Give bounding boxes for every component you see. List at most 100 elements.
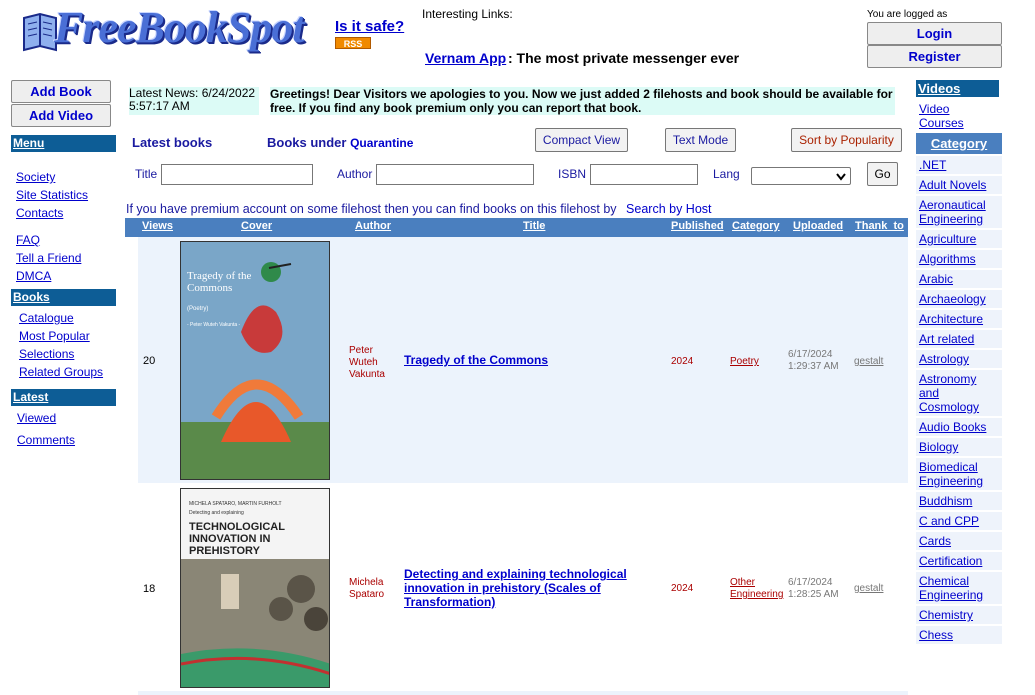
row-title-link[interactable]: Tragedy of the Commons [404,353,644,367]
category-item[interactable]: .NET [916,156,1002,174]
menu-item-dmca[interactable]: DMCA [16,269,51,283]
logged-in-label: You are logged as [867,9,948,20]
table-row: 18 MICHELA SPATARO, MARTIN FURHOLT Detec… [138,485,908,695]
quarantine-link[interactable]: Quarantine [350,136,413,150]
latest-heading[interactable]: Latest [11,389,116,406]
category-item[interactable]: Chemistry [916,606,1002,624]
col-thank-to[interactable]: Thank_to [855,220,904,232]
menu-heading[interactable]: Menu [11,135,116,152]
category-item[interactable]: Arabic [916,270,1002,288]
category-item[interactable]: Chemical Engineering [916,572,1002,604]
col-published[interactable]: Published [671,220,724,232]
video-courses-link[interactable]: Video Courses [919,102,979,130]
row-views: 20 [143,355,156,367]
category-item[interactable]: Astronomy and Cosmology [916,370,1002,416]
category-item[interactable]: Biomedical Engineering [916,458,1002,490]
compact-view-button[interactable]: Compact View [535,128,628,152]
row-uploaded: 6/17/2024 1:28:25 AM [788,577,839,600]
category-item-label: Art related [919,332,975,346]
cover-title: Tragedy of the Commons [187,270,252,294]
row-category-link[interactable]: Poetry [730,356,785,368]
login-button[interactable]: Login [867,22,1002,45]
menu-item-faq[interactable]: FAQ [16,233,40,247]
category-item-label: Architecture [919,312,984,326]
category-item[interactable]: Archaeology [916,290,1002,308]
category-item[interactable]: Chess [916,626,1002,644]
category-item[interactable]: Art related [916,330,1002,348]
category-item-label: Chemical Engineering [919,574,984,602]
category-item-label: Chess [919,628,954,642]
category-item-label: Audio Books [919,420,987,434]
menu-item-site-statistics[interactable]: Site Statistics [16,188,88,202]
text-mode-button[interactable]: Text Mode [665,128,736,152]
category-item[interactable]: Buddhism [916,492,1002,510]
category-item[interactable]: Agriculture [916,230,1002,248]
row-author-link[interactable]: Michela Spataro [349,577,394,601]
row-thank-to-link[interactable]: gestalt [854,356,883,367]
category-heading[interactable]: Category [916,133,1002,154]
col-views[interactable]: Views [142,220,173,232]
cover-kicker: Detecting and explaining [189,510,244,516]
lang-select[interactable] [751,167,851,185]
book-cover[interactable]: Tragedy of the Commons (Poetry) - Peter … [180,241,330,480]
category-item[interactable]: Aeronautical Engineering [916,196,1002,228]
is-it-safe-link[interactable]: Is it safe? [335,18,404,35]
category-item-label: Astronomy and Cosmology [919,372,980,414]
row-published: 2024 [671,356,694,367]
register-button[interactable]: Register [867,45,1002,68]
category-item[interactable]: Architecture [916,310,1002,328]
rss-badge[interactable]: RSS [335,37,371,49]
menu-item-tell-a-friend[interactable]: Tell a Friend [16,251,81,265]
row-category-link[interactable]: Other Engineering [730,577,785,601]
table-row: 20 Tragedy of the Commons (Poetry) - Pet… [138,237,908,483]
cover-author: - Peter Wuteh Vakunta - [187,322,241,328]
go-button[interactable]: Go [867,162,898,186]
search-by-host-link[interactable]: Search by Host [626,202,711,216]
category-item-label: Arabic [919,272,954,286]
category-item[interactable]: Audio Books [916,418,1002,436]
col-author[interactable]: Author [355,220,391,232]
category-item[interactable]: Biology [916,438,1002,456]
col-title[interactable]: Title [523,220,545,232]
add-video-button[interactable]: Add Video [11,104,111,127]
news-text: Greetings! Dear Visitors we apologies to… [270,87,895,115]
isbn-input[interactable] [590,164,698,185]
row-views: 18 [143,583,156,595]
lang-label: Lang [713,167,740,181]
videos-heading[interactable]: Videos [916,80,999,97]
title-input[interactable] [161,164,313,185]
category-item[interactable]: Certification [916,552,1002,570]
site-logo[interactable]: FreeBookSpot [20,3,325,58]
row-title-link[interactable]: Detecting and explaining technological i… [404,567,644,609]
author-input[interactable] [376,164,534,185]
category-item-label: Adult Novels [919,178,987,192]
row-thank-to-link[interactable]: gestalt [854,583,883,594]
menu-item-society[interactable]: Society [16,170,55,184]
col-category[interactable]: Category [732,220,780,232]
category-item[interactable]: Algorithms [916,250,1002,268]
books-item-selections[interactable]: Selections [19,347,74,361]
sort-by-popularity-button[interactable]: Sort by Popularity [791,128,902,152]
category-item-label: Certification [919,554,983,568]
latest-item-comments[interactable]: Comments [17,433,75,447]
col-uploaded[interactable]: Uploaded [793,220,843,232]
category-item[interactable]: Astrology [916,350,1002,368]
books-item-most-popular[interactable]: Most Popular [19,329,90,343]
category-item-label: Cards [919,534,952,548]
vernam-description: : The most private messenger ever [508,50,740,66]
category-item[interactable]: Cards [916,532,1002,550]
book-cover[interactable]: MICHELA SPATARO, MARTIN FURHOLT Detectin… [180,488,330,688]
category-item[interactable]: Adult Novels [916,176,1002,194]
add-book-button[interactable]: Add Book [11,80,111,103]
books-item-related-groups[interactable]: Related Groups [19,365,103,379]
interesting-links-label: Interesting Links: [422,7,513,21]
books-item-catalogue[interactable]: Catalogue [19,311,74,325]
premium-note: If you have premium account on some file… [126,202,712,216]
books-heading[interactable]: Books [11,289,116,306]
row-author-link[interactable]: Peter Wuteh Vakunta [349,345,394,381]
menu-item-contacts[interactable]: Contacts [16,206,63,220]
latest-item-viewed[interactable]: Viewed [17,411,56,425]
category-item[interactable]: C and CPP [916,512,1002,530]
category-item-label: Buddhism [919,494,973,508]
vernam-app-link[interactable]: Vernam App [425,50,506,66]
